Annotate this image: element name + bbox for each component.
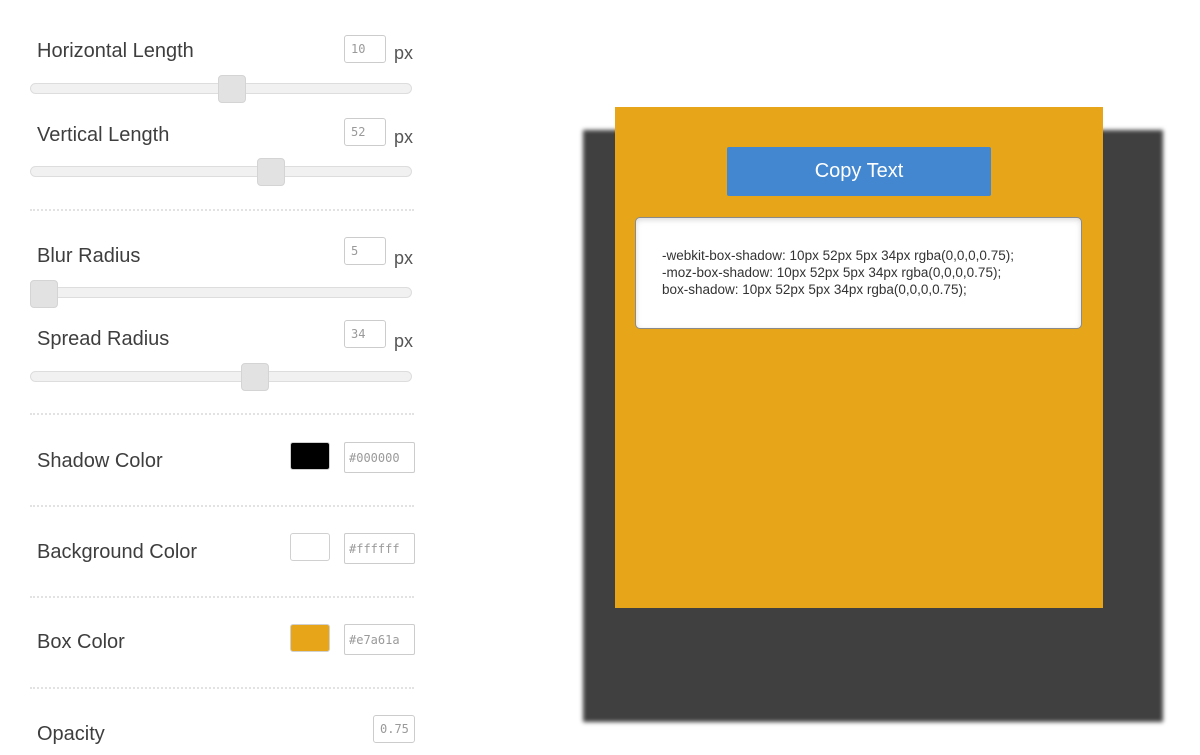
- shadow-color-label: Shadow Color: [37, 450, 163, 472]
- spread-radius-unit: px: [394, 331, 414, 351]
- vertical-length-input[interactable]: [344, 118, 386, 146]
- opacity-label: Opacity: [37, 723, 105, 745]
- horizontal-length-slider-thumb[interactable]: [218, 75, 246, 103]
- vertical-length-unit: px: [394, 127, 414, 147]
- divider: [30, 596, 414, 598]
- horizontal-length-input[interactable]: [344, 35, 386, 63]
- opacity-input[interactable]: [373, 715, 415, 743]
- horizontal-length-label: Horizontal Length: [37, 40, 194, 62]
- vertical-length-label: Vertical Length: [37, 124, 170, 146]
- divider: [30, 687, 414, 689]
- box-color-input[interactable]: [344, 624, 415, 655]
- vertical-length-slider[interactable]: [30, 166, 412, 177]
- spread-radius-slider-thumb[interactable]: [241, 363, 269, 391]
- shadow-color-swatch[interactable]: [290, 442, 330, 470]
- spread-radius-label: Spread Radius: [37, 328, 170, 350]
- blur-radius-unit: px: [394, 248, 414, 268]
- blur-radius-label: Blur Radius: [37, 245, 141, 267]
- copy-text-button[interactable]: Copy Text: [727, 147, 991, 196]
- css-code-line-webkit: -webkit-box-shadow: 10px 52px 5px 34px r…: [662, 248, 1014, 263]
- vertical-length-slider-thumb[interactable]: [257, 158, 285, 186]
- css-code-line-moz: -moz-box-shadow: 10px 52px 5px 34px rgba…: [662, 265, 1002, 280]
- controls-panel: Horizontal Length px Vertical Length px …: [0, 0, 430, 755]
- css-code-output[interactable]: -webkit-box-shadow: 10px 52px 5px 34px r…: [635, 217, 1082, 329]
- horizontal-length-unit: px: [394, 43, 414, 63]
- box-color-label: Box Color: [37, 631, 125, 653]
- blur-radius-slider[interactable]: [30, 287, 412, 298]
- blur-radius-input[interactable]: [344, 237, 386, 265]
- divider: [30, 505, 414, 507]
- spread-radius-slider[interactable]: [30, 371, 412, 382]
- divider: [30, 209, 414, 211]
- spread-radius-input[interactable]: [344, 320, 386, 348]
- css-code-line-standard: box-shadow: 10px 52px 5px 34px rgba(0,0,…: [662, 282, 967, 297]
- background-color-label: Background Color: [37, 541, 198, 563]
- blur-radius-slider-thumb[interactable]: [30, 280, 58, 308]
- divider: [30, 413, 414, 415]
- shadow-color-input[interactable]: [344, 442, 415, 473]
- background-color-input[interactable]: [344, 533, 415, 564]
- preview-box: Copy Text -webkit-box-shadow: 10px 52px …: [615, 107, 1103, 608]
- box-color-swatch[interactable]: [290, 624, 330, 652]
- background-color-swatch[interactable]: [290, 533, 330, 561]
